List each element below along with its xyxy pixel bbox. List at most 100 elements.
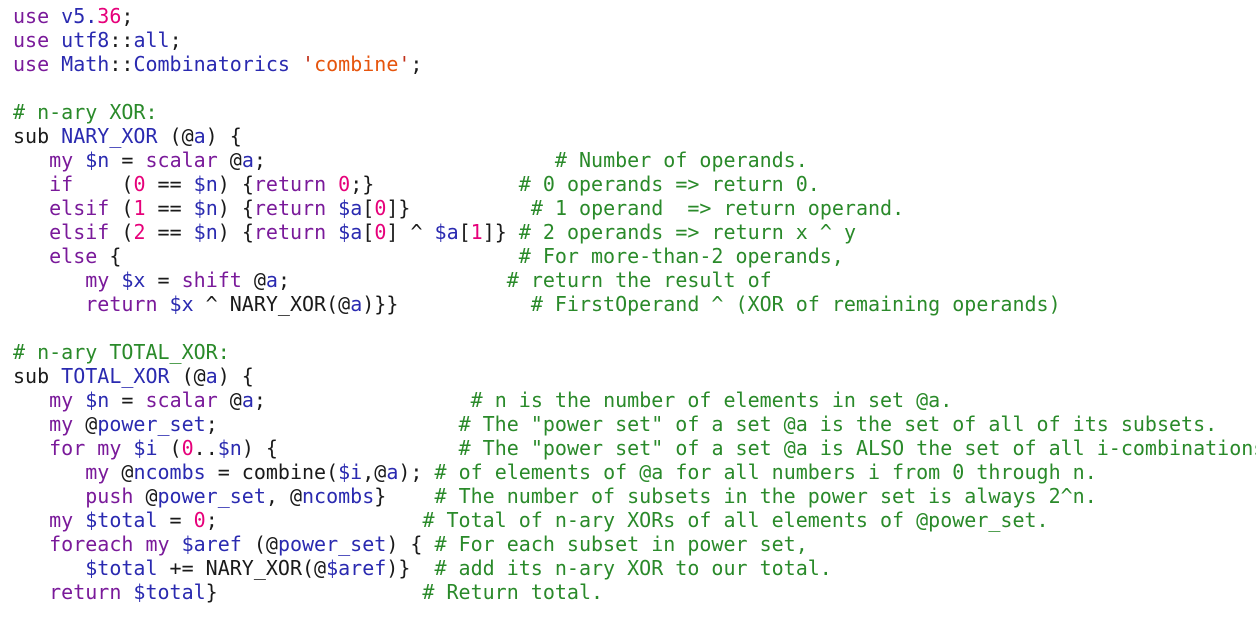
code-line: # n-ary TOTAL_XOR: bbox=[13, 340, 1256, 364]
code-line: else { # For more-than-2 operands, bbox=[13, 244, 1256, 268]
code-line: sub TOTAL_XOR (@a) { bbox=[13, 364, 1256, 388]
code-comment: # return the result of bbox=[506, 268, 772, 292]
code-token: ; bbox=[410, 52, 423, 76]
code-token: ,@ bbox=[362, 460, 387, 484]
code-token: ; bbox=[205, 412, 459, 436]
code-token: my bbox=[49, 388, 74, 412]
code-token: += NARY_XOR(@ bbox=[157, 556, 327, 580]
code-token: $n bbox=[85, 148, 110, 172]
code-token: push bbox=[85, 484, 134, 508]
code-token: $x bbox=[169, 292, 194, 316]
code-token: 0 bbox=[374, 196, 387, 220]
code-token: } bbox=[374, 484, 435, 508]
code-token: [ bbox=[362, 220, 375, 244]
code-token: scalar bbox=[145, 388, 218, 412]
code-token: use bbox=[13, 28, 50, 52]
code-comment: # Total of n-ary XORs of all elements of… bbox=[422, 508, 1049, 532]
code-token: $n bbox=[193, 196, 218, 220]
code-line: my $n = scalar @a; # n is the number of … bbox=[13, 388, 1256, 412]
code-comment: # For more-than-2 operands, bbox=[518, 244, 844, 268]
code-line: sub NARY_XOR (@a) { bbox=[13, 124, 1256, 148]
code-token: sub bbox=[13, 124, 62, 148]
code-token: return bbox=[49, 580, 122, 604]
code-token: a bbox=[241, 148, 254, 172]
code-token: 0 bbox=[193, 508, 206, 532]
code-token: ) { bbox=[241, 436, 459, 460]
code-token: == bbox=[145, 196, 194, 220]
code-token: = bbox=[145, 268, 182, 292]
code-token: for my bbox=[49, 436, 122, 460]
code-token: ;} bbox=[350, 172, 519, 196]
code-token: Math bbox=[61, 52, 110, 76]
code-token: a bbox=[386, 460, 399, 484]
code-token: { bbox=[97, 244, 519, 268]
code-block: use v5.36; use utf8::all; use Math::Combin… bbox=[13, 4, 1256, 604]
code-token: ; bbox=[277, 268, 507, 292]
code-token: $n bbox=[193, 220, 218, 244]
code-comment: # Number of operands. bbox=[554, 148, 808, 172]
code-line: # n-ary XOR: bbox=[13, 100, 1256, 124]
code-token: my bbox=[49, 508, 74, 532]
code-token: sub bbox=[13, 364, 62, 388]
code-token: $n bbox=[217, 436, 242, 460]
code-token: ' bbox=[302, 52, 315, 76]
code-comment: # n is the number of elements in set @a. bbox=[470, 388, 953, 412]
code-token: = combine( bbox=[205, 460, 339, 484]
code-token: ; bbox=[169, 28, 182, 52]
code-comment: # The "power set" of a set @a is ALSO th… bbox=[458, 436, 1256, 460]
code-token: ; bbox=[253, 148, 555, 172]
code-comment: # 2 operands => return x ^ y bbox=[518, 220, 856, 244]
code-line: push @power_set, @ncombs} # The number o… bbox=[13, 484, 1256, 508]
code-token: $total bbox=[85, 508, 158, 532]
code-line: return $total} # Return total. bbox=[13, 580, 1256, 604]
code-token: a bbox=[350, 292, 363, 316]
code-token: Combinatorics bbox=[133, 52, 290, 76]
code-line: elsif (1 == $n) {return $a[0]} # 1 opera… bbox=[13, 196, 1256, 220]
code-token: @ bbox=[217, 148, 242, 172]
code-token: $i bbox=[338, 460, 363, 484]
code-token: a bbox=[193, 124, 206, 148]
code-token: @ bbox=[217, 388, 242, 412]
code-line: my @power_set; # The "power set" of a se… bbox=[13, 412, 1256, 436]
code-token: @ bbox=[73, 412, 98, 436]
code-token: 0 bbox=[338, 172, 351, 196]
code-token: 0 bbox=[181, 436, 194, 460]
code-token: v5. bbox=[61, 4, 98, 28]
code-line: use v5.36; bbox=[13, 4, 1256, 28]
code-token: use bbox=[13, 4, 50, 28]
code-token: combine bbox=[314, 52, 399, 76]
code-token: 0 bbox=[133, 172, 146, 196]
code-line: my @ncombs = combine($i,@a); # of elemen… bbox=[13, 460, 1256, 484]
code-token: TOTAL_XOR bbox=[61, 364, 170, 388]
code-token: ] ^ bbox=[386, 220, 435, 244]
code-comment: # 1 operand => return operand. bbox=[530, 196, 905, 220]
code-token: @ bbox=[241, 268, 266, 292]
code-token: [ bbox=[458, 220, 471, 244]
code-token: $a bbox=[338, 220, 363, 244]
code-token: .. bbox=[193, 436, 218, 460]
code-token: a bbox=[205, 364, 218, 388]
code-token: ); bbox=[398, 460, 435, 484]
code-token: ( bbox=[157, 436, 182, 460]
code-line: elsif (2 == $n) {return $a[0] ^ $a[1]} #… bbox=[13, 220, 1256, 244]
code-token: ^ NARY_XOR(@ bbox=[193, 292, 351, 316]
code-line: foreach my $aref (@power_set) { # For ea… bbox=[13, 532, 1256, 556]
